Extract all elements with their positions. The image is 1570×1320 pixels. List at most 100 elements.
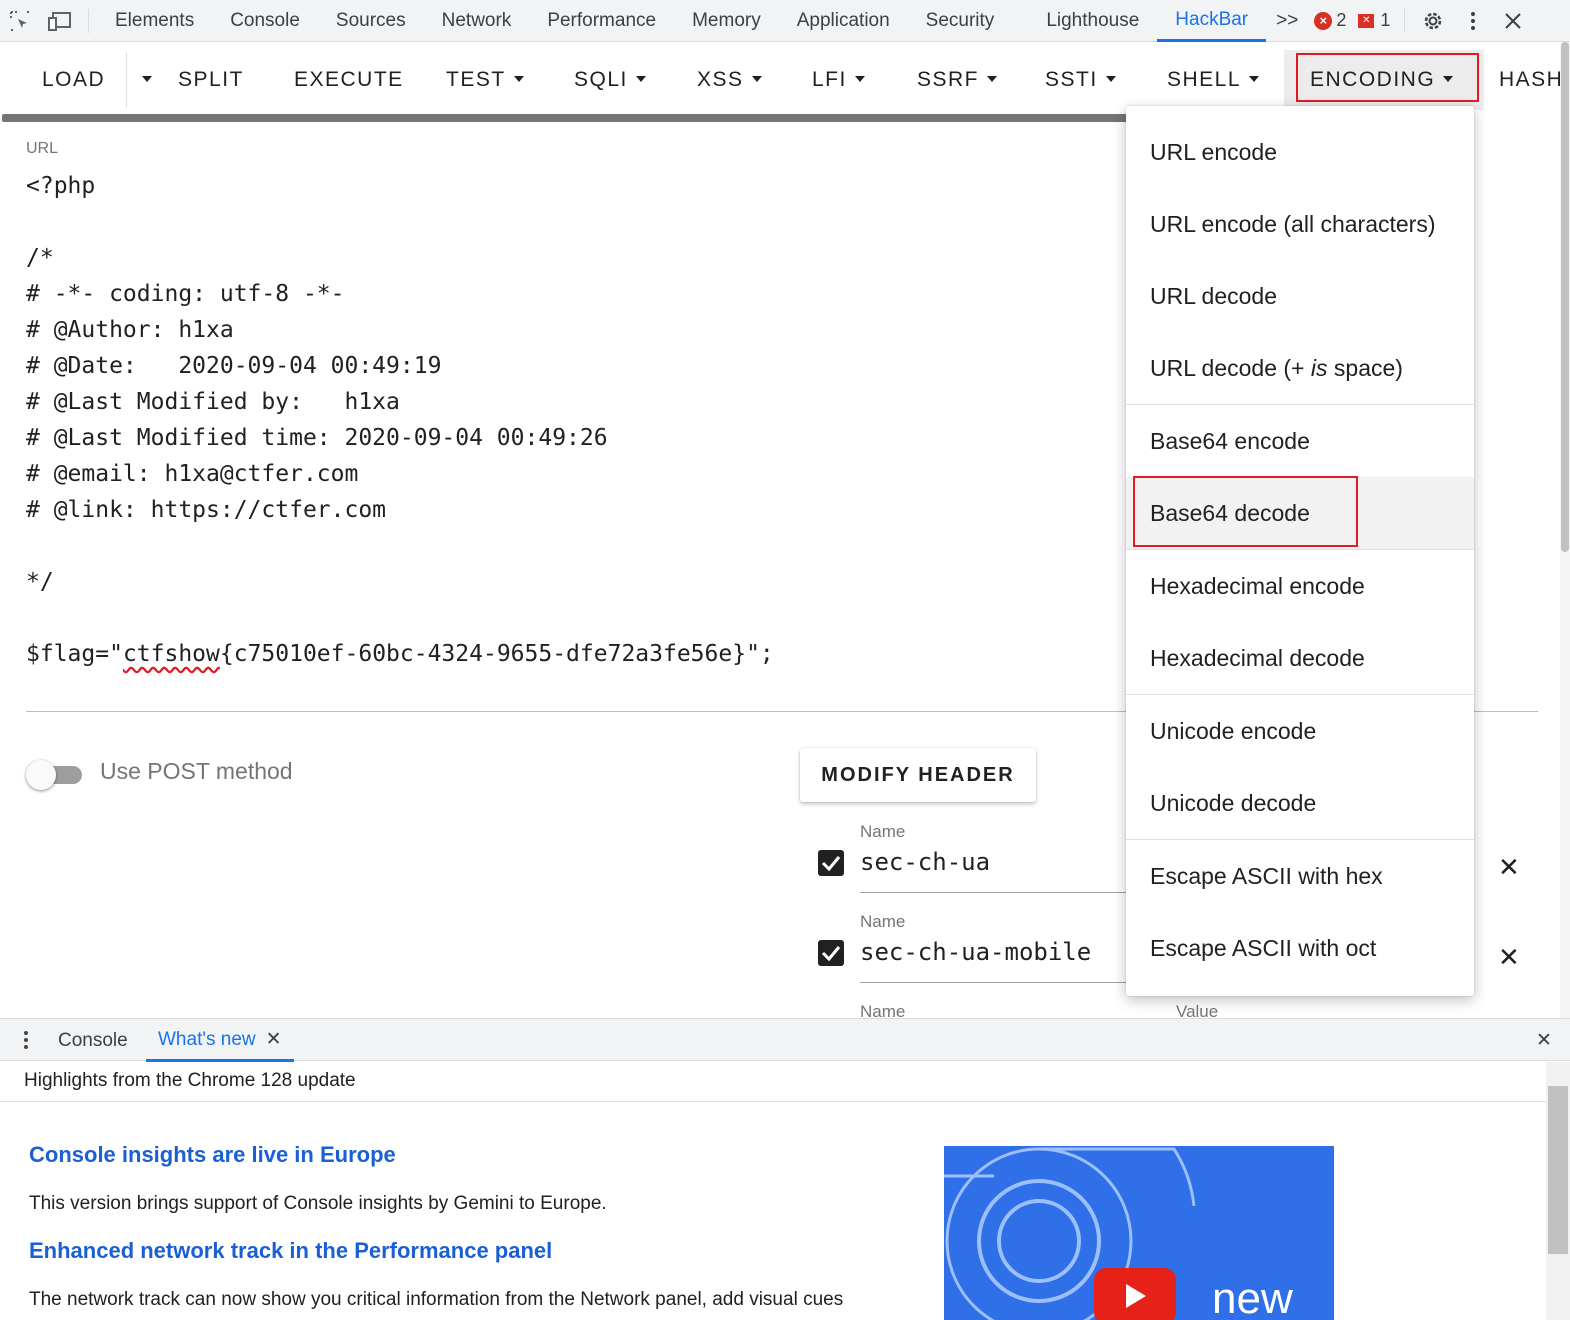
close-drawer-icon[interactable]: ✕	[1536, 1019, 1552, 1062]
ssrf-menu-button[interactable]: SSRF	[917, 60, 998, 100]
scrollbar-thumb[interactable]	[1548, 1086, 1568, 1254]
ssti-label: SSTI	[1045, 68, 1098, 91]
menu-item-text: space)	[1327, 355, 1403, 381]
menu-item-base64-encode[interactable]: Base64 encode	[1126, 405, 1474, 477]
menu-item-hex-encode[interactable]: Hexadecimal encode	[1126, 550, 1474, 622]
remove-header-icon[interactable]: ✕	[1498, 942, 1520, 973]
youtube-play-icon[interactable]	[1094, 1268, 1176, 1320]
close-tab-icon[interactable]: ✕	[266, 1029, 282, 1050]
post-method-toggle[interactable]	[26, 760, 84, 790]
tab-console[interactable]: Console	[212, 0, 318, 42]
code-line: # @link: https://ctfer.com	[26, 497, 387, 523]
chevron-down-icon	[1249, 75, 1260, 82]
chevron-down-icon	[751, 75, 762, 82]
menu-item-unicode-encode[interactable]: Unicode encode	[1126, 695, 1474, 767]
drawer-tab-console[interactable]: Console	[58, 1019, 128, 1062]
xss-menu-button[interactable]: XSS	[697, 60, 762, 100]
device-toolbar-icon[interactable]	[40, 0, 80, 42]
remove-header-icon[interactable]: ✕	[1498, 852, 1520, 883]
code-line: # @Author: h1xa	[26, 317, 234, 343]
inspect-element-icon[interactable]	[0, 0, 40, 42]
drawer-tab-bar: Console What's new ✕ ✕	[0, 1018, 1570, 1062]
chevron-down-icon	[1105, 75, 1116, 82]
tab-performance[interactable]: Performance	[529, 0, 674, 42]
split-button[interactable]: SPLIT	[178, 60, 244, 100]
whats-new-video-thumbnail[interactable]: new	[944, 1146, 1334, 1320]
menu-item-url-decode-plus[interactable]: URL decode (+ is space)	[1126, 332, 1474, 404]
menu-item-hex-decode[interactable]: Hexadecimal decode	[1126, 622, 1474, 694]
chevron-down-icon	[987, 75, 998, 82]
error-badge[interactable]: × 2	[1314, 10, 1346, 31]
tab-network[interactable]: Network	[424, 0, 530, 42]
url-textarea[interactable]: <?php /* # -*- coding: utf-8 -*- # @Author:…	[26, 168, 774, 672]
chevron-down-icon	[513, 75, 524, 82]
menu-item-escape-hex[interactable]: Escape ASCII with hex	[1126, 840, 1474, 912]
header-row: Name Value	[800, 1002, 1540, 1018]
more-tabs-button[interactable]: >>	[1266, 0, 1308, 42]
code-line: # @Last Modified by: h1xa	[26, 389, 400, 415]
tab-hackbar[interactable]: HackBar	[1157, 0, 1267, 42]
whats-new-heading-link[interactable]: Enhanced network track in the Performanc…	[29, 1238, 552, 1264]
header-value-label: Value	[1176, 1002, 1219, 1018]
kebab-menu-icon[interactable]	[1453, 0, 1493, 42]
ssti-menu-button[interactable]: SSTI	[1045, 60, 1116, 100]
hash-menu-button[interactable]: HASH	[1499, 60, 1563, 100]
error-count: 2	[1336, 10, 1347, 30]
menu-item-url-encode-all[interactable]: URL encode (all characters)	[1126, 188, 1474, 260]
scrollbar-thumb[interactable]	[1561, 42, 1569, 552]
sqli-menu-button[interactable]: SQLI	[574, 60, 646, 100]
menu-item-url-decode[interactable]: URL decode	[1126, 260, 1474, 332]
header-enabled-checkbox[interactable]	[818, 850, 844, 876]
menu-item-escape-oct[interactable]: Escape ASCII with oct	[1126, 912, 1474, 984]
whats-new-text: This version brings support of Console i…	[29, 1193, 607, 1214]
load-button[interactable]: LOAD	[42, 60, 105, 100]
whats-new-heading-link[interactable]: Console insights are live in Europe	[29, 1142, 396, 1168]
load-dropdown-button[interactable]	[134, 60, 152, 100]
tab-memory[interactable]: Memory	[674, 0, 779, 42]
header-name-input[interactable]: sec-ch-ua	[860, 848, 990, 876]
tab-application[interactable]: Application	[779, 0, 908, 42]
tab-elements[interactable]: Elements	[97, 0, 212, 42]
drawer-scrollbar[interactable]	[1546, 1062, 1570, 1320]
whats-new-header: Highlights from the Chrome 128 update	[0, 1062, 1546, 1102]
test-menu-button[interactable]: TEST	[446, 60, 524, 100]
sqli-label: SQLI	[574, 68, 628, 91]
gear-icon[interactable]	[1413, 0, 1453, 42]
header-name-label: Name	[860, 912, 906, 931]
code-line: # @Last Modified time: 2020-09-04 00:49:…	[26, 425, 608, 451]
hackbar-scrollbar[interactable]	[1560, 42, 1570, 1018]
header-enabled-checkbox[interactable]	[818, 940, 844, 966]
issue-badge[interactable]: ✕ 1	[1358, 10, 1390, 31]
tab-sources[interactable]: Sources	[318, 0, 424, 42]
test-label: TEST	[446, 68, 506, 91]
header-name-label: Name	[860, 822, 906, 841]
video-label: new	[1212, 1274, 1293, 1320]
menu-item-unicode-decode[interactable]: Unicode decode	[1126, 767, 1474, 839]
code-line: # @email: h1xa@ctfer.com	[26, 461, 359, 487]
code-line: <?php	[26, 173, 96, 199]
error-icon: ×	[1314, 11, 1333, 30]
modify-header-button[interactable]: MODIFY HEADER	[800, 748, 1036, 802]
drawer-tab-whats-new[interactable]: What's new ✕	[146, 1019, 294, 1062]
tab-lighthouse[interactable]: Lighthouse	[1028, 0, 1157, 42]
flag-prefix: $flag="	[26, 641, 123, 667]
base64-decode-highlight-box	[1133, 476, 1358, 547]
header-name-input[interactable]: sec-ch-ua-mobile	[860, 938, 1091, 966]
flag-line: $flag="ctfshow{c75010ef-60bc-4324-9655-d…	[26, 636, 774, 672]
ssrf-label: SSRF	[917, 68, 980, 91]
menu-item-url-encode[interactable]: URL encode	[1126, 116, 1474, 188]
loading-bar	[2, 114, 1132, 122]
execute-button[interactable]: EXECUTE	[294, 60, 404, 100]
lfi-menu-button[interactable]: LFI	[812, 60, 865, 100]
code-line: /*	[26, 245, 54, 271]
button-divider	[126, 52, 127, 108]
chevron-down-icon	[854, 75, 865, 82]
shell-menu-button[interactable]: SHELL	[1167, 60, 1260, 100]
tab-security[interactable]: Security	[908, 0, 1029, 42]
tab-separator	[1404, 8, 1406, 33]
code-line: # @Date: 2020-09-04 00:49:19	[26, 353, 442, 379]
close-devtools-icon[interactable]	[1493, 0, 1533, 42]
drawer-menu-icon[interactable]	[24, 1031, 28, 1052]
issue-flag-icon: ✕	[1358, 13, 1375, 28]
